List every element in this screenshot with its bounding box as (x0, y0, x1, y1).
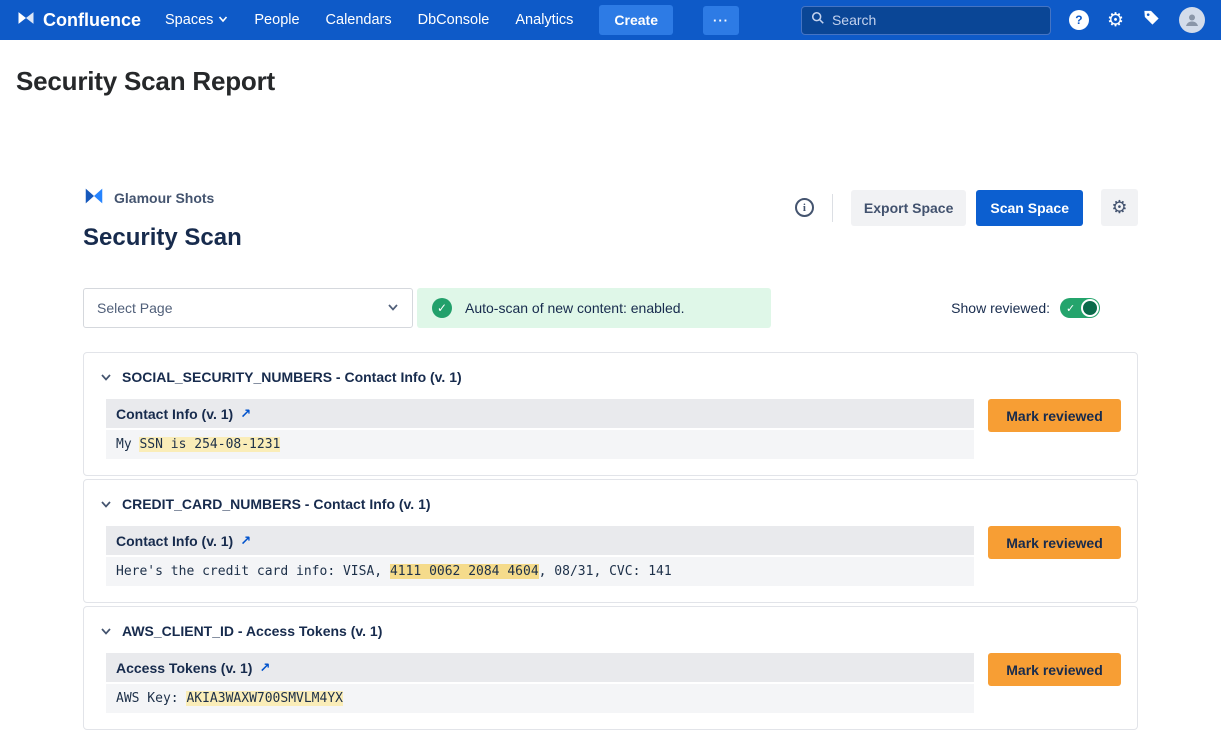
toggle-knob (1081, 299, 1099, 317)
finding-result: Access Tokens (v. 1) ↗ AWS Key: AKIA3WAX… (106, 653, 974, 713)
search-box[interactable] (801, 6, 1051, 35)
confluence-logo[interactable]: Confluence (16, 8, 141, 33)
nav-links: Spaces People Calendars DbConsole Analyt… (165, 12, 573, 28)
export-space-button[interactable]: Export Space (851, 190, 966, 226)
finding-header[interactable]: AWS_CLIENT_ID - Access Tokens (v. 1) (100, 623, 1121, 639)
more-button[interactable]: ··· (703, 6, 739, 35)
finding-card-credit-card: CREDIT_CARD_NUMBERS - Contact Info (v. 1… (83, 479, 1138, 603)
avatar[interactable] (1179, 7, 1205, 33)
nav-item-dbconsole[interactable]: DbConsole (418, 12, 490, 28)
tag-icon[interactable] (1142, 8, 1161, 32)
page-title: Security Scan Report (16, 66, 1221, 97)
nav-item-spaces[interactable]: Spaces (165, 12, 228, 28)
finding-result: Contact Info (v. 1) ↗ Here's the credit … (106, 526, 974, 586)
snippet-highlight: 4111 0062 2084 4604 (390, 564, 539, 579)
source-page-label: Contact Info (v. 1) (116, 533, 233, 549)
section-heading: Security Scan (83, 224, 242, 252)
chevron-down-icon (100, 371, 112, 383)
snippet-highlight: AKIA3WAXW700SMVLM4YX (186, 691, 343, 706)
nav-item-calendars[interactable]: Calendars (326, 12, 392, 28)
open-link-icon[interactable]: ↗ (240, 533, 251, 549)
finding-snippet: AWS Key: AKIA3WAXW700SMVLM4YX (106, 684, 974, 713)
space-name: Glamour Shots (114, 190, 214, 206)
section-actions: i Export Space Scan Space ⚙ (795, 189, 1138, 226)
scan-space-button[interactable]: Scan Space (976, 190, 1083, 226)
section-left: Glamour Shots Security Scan (83, 185, 242, 252)
finding-result: Contact Info (v. 1) ↗ My SSN is 254-08-1… (106, 399, 974, 459)
snippet-text: AWS Key: (116, 691, 186, 706)
show-reviewed-label: Show reviewed: (951, 300, 1050, 316)
finding-title: AWS_CLIENT_ID - Access Tokens (v. 1) (122, 623, 382, 639)
finding-snippet: Here's the credit card info: VISA, 4111 … (106, 557, 974, 586)
divider (832, 194, 833, 222)
check-icon: ✓ (432, 298, 452, 318)
brand-name: Confluence (43, 10, 141, 31)
mark-reviewed-button[interactable]: Mark reviewed (988, 653, 1121, 686)
finding-title: CREDIT_CARD_NUMBERS - Contact Info (v. 1… (122, 496, 431, 512)
confluence-logo-icon (16, 8, 36, 33)
main-content: Glamour Shots Security Scan i Export Spa… (83, 185, 1138, 730)
chevron-down-icon (100, 625, 112, 637)
settings-icon[interactable]: ⚙ (1107, 11, 1124, 30)
snippet-text: Here's the credit card info: VISA, (116, 564, 390, 579)
finding-card-aws-key: AWS_CLIENT_ID - Access Tokens (v. 1) Acc… (83, 606, 1138, 730)
space-logo-icon (83, 185, 105, 210)
scan-settings-button[interactable]: ⚙ (1101, 189, 1138, 226)
finding-snippet: My SSN is 254-08-1231 (106, 430, 974, 459)
chevron-down-icon (387, 300, 399, 316)
autoscan-status-banner: ✓ Auto-scan of new content: enabled. (417, 288, 771, 328)
snippet-text: My (116, 437, 139, 452)
top-nav: Confluence Spaces People Calendars DbCon… (0, 0, 1221, 40)
source-page-label: Contact Info (v. 1) (116, 406, 233, 422)
open-link-icon[interactable]: ↗ (240, 406, 251, 422)
space-link[interactable]: Glamour Shots (83, 185, 242, 210)
snippet-highlight: SSN is 254-08-1231 (139, 437, 280, 452)
search-icon (811, 11, 825, 30)
chevron-down-icon (218, 12, 228, 28)
finding-card-ssn: SOCIAL_SECURITY_NUMBERS - Contact Info (… (83, 352, 1138, 476)
mark-reviewed-button[interactable]: Mark reviewed (988, 399, 1121, 432)
open-link-icon[interactable]: ↗ (259, 660, 270, 676)
nav-item-people[interactable]: People (254, 12, 299, 28)
search-input[interactable] (832, 12, 1041, 28)
chevron-down-icon (100, 498, 112, 510)
findings-list: SOCIAL_SECURITY_NUMBERS - Contact Info (… (83, 352, 1138, 730)
finding-header[interactable]: CREDIT_CARD_NUMBERS - Contact Info (v. 1… (100, 496, 1121, 512)
mark-reviewed-button[interactable]: Mark reviewed (988, 526, 1121, 559)
select-page-dropdown[interactable]: Select Page (83, 288, 413, 328)
source-page-label: Access Tokens (v. 1) (116, 660, 252, 676)
gear-icon: ⚙ (1111, 197, 1127, 218)
autoscan-status-text: Auto-scan of new content: enabled. (465, 300, 684, 316)
finding-header[interactable]: SOCIAL_SECURITY_NUMBERS - Contact Info (… (100, 369, 1121, 385)
info-icon[interactable]: i (795, 198, 814, 217)
create-button[interactable]: Create (599, 5, 673, 35)
nav-item-analytics[interactable]: Analytics (515, 12, 573, 28)
help-icon[interactable]: ? (1069, 10, 1089, 30)
check-icon: ✓ (1066, 302, 1075, 315)
show-reviewed-toggle[interactable]: ✓ (1060, 298, 1100, 318)
finding-title: SOCIAL_SECURITY_NUMBERS - Contact Info (… (122, 369, 462, 385)
select-page-value: Select Page (97, 300, 173, 316)
controls-row: Select Page ✓ Auto-scan of new content: … (83, 288, 1138, 328)
snippet-text: , 08/31, CVC: 141 (539, 564, 672, 579)
